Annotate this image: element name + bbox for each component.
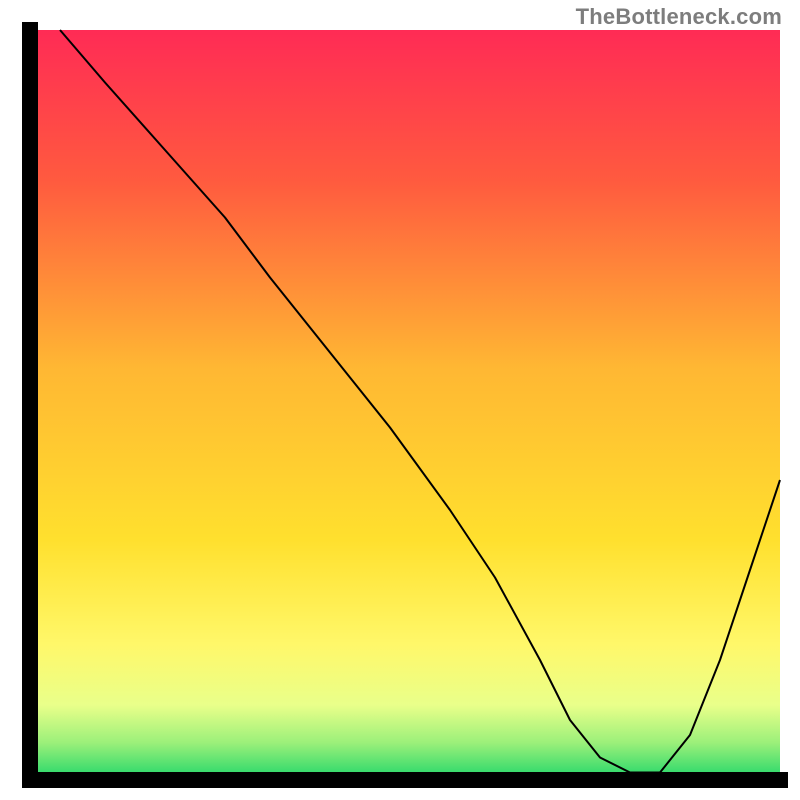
bottleneck-chart — [0, 0, 800, 800]
chart-background — [30, 30, 780, 780]
chart-svg — [0, 0, 800, 800]
